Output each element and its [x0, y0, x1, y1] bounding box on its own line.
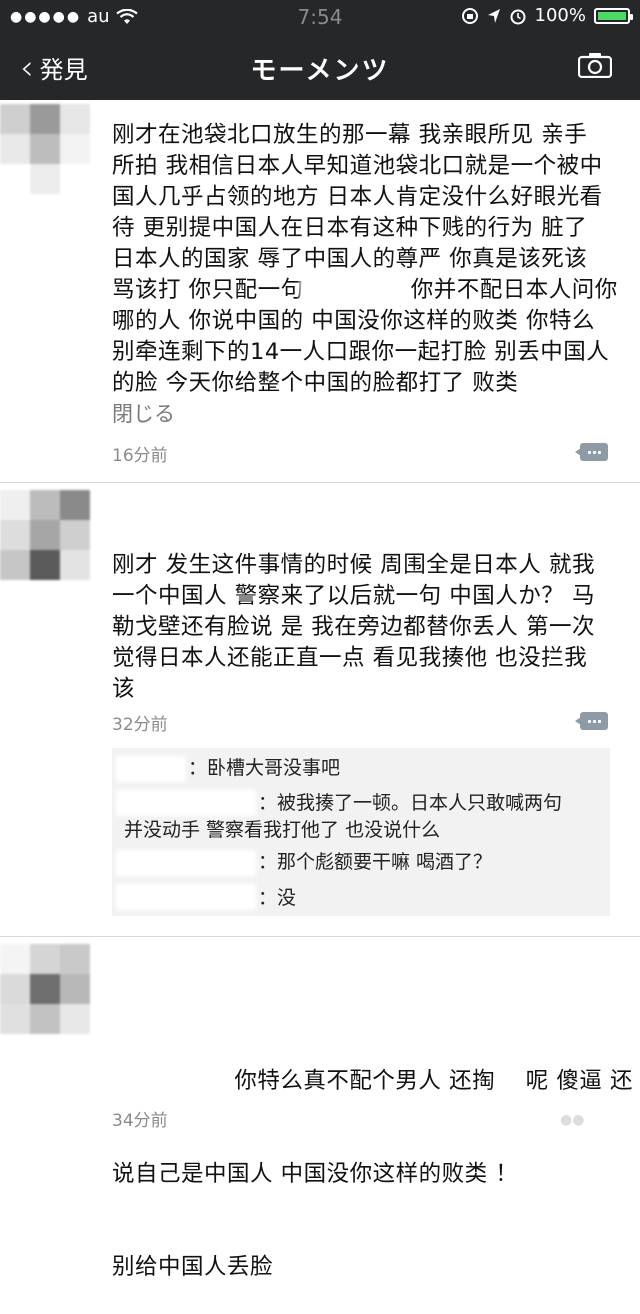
- top-bar: ●●●●● au 7:54 100% ‹ 発見 モーメンツ: [0, 0, 640, 100]
- avatar[interactable]: [0, 944, 90, 1034]
- avatar[interactable]: [0, 490, 90, 580]
- battery-icon: [594, 7, 633, 24]
- post-line: 该: [112, 676, 136, 702]
- post-line: 刚才 发生这件事情的时候 周围全是日本人 就我: [112, 552, 595, 578]
- battery-percentage: 100%: [534, 5, 586, 26]
- page-title: モーメンツ: [250, 56, 390, 86]
- post-line: 哪的人 你说中国的 中国没你这样的败类 你特么: [112, 308, 595, 334]
- status-bar: ●●●●● au 7:54 100%: [0, 0, 640, 34]
- avatar[interactable]: [0, 104, 90, 194]
- post-line: 你特么真不配个男人 还掏 呢 傻逼 还: [112, 1068, 633, 1094]
- navigation-bar: ‹ 発見 モーメンツ: [0, 34, 640, 100]
- redaction-mask: [300, 278, 384, 302]
- post-timestamp: 32分前: [112, 715, 168, 735]
- post-line: 的脸 今天你给整个中国的脸都打了 败类: [112, 370, 519, 396]
- redaction-mask: [116, 850, 256, 876]
- post-line: 勒戈壁还有脸说 是 我在旁边都替你丢人 第一次: [112, 614, 595, 640]
- post-line: 刚才在池袋北口放生的那一幕 我亲眼所见 亲手: [112, 122, 588, 148]
- post-line: 别牵连剩下的14一人口跟你一起打脸 别丢中国人: [112, 339, 610, 365]
- post-text: 刚才 发生这件事情的时候 周围全是日本人 就我 一个中国人 警察来了以后就一句 …: [112, 550, 612, 705]
- comment-icon[interactable]: [575, 712, 608, 730]
- collapse-link[interactable]: 閉じる: [112, 398, 175, 428]
- alarm-icon: [510, 9, 526, 24]
- post-text: 你特么真不配个男人 还掏 呢 傻逼 还 说自己是中国人 中国没你这样的败类 ！ …: [112, 1004, 633, 1314]
- reply-item[interactable]: ：没: [258, 884, 296, 912]
- redaction-mask: [112, 1004, 204, 1034]
- post-line: 别给中国人丢脸: [112, 1254, 274, 1280]
- post-line: 说自己是中国人 中国没你这样的败类 ！: [112, 1161, 519, 1187]
- redaction-mask: [116, 884, 256, 910]
- post-line: 国人几乎占领的地方 日本人肯定没什么好眼光看: [112, 184, 603, 210]
- watermark-icon: ●●: [560, 1112, 585, 1128]
- post-line: 所拍 我相信日本人早知道池袋北口就是一个被中: [112, 153, 603, 179]
- reply-item[interactable]: ：那个彪额要干嘛 喝酒了？: [258, 848, 492, 876]
- post-line: 待 更别提中国人在日本有这种下贱的行为 脏了: [112, 215, 588, 241]
- camera-icon[interactable]: [578, 52, 612, 78]
- post-line: 日本人的国家 辱了中国人的尊严 你真是该死该: [112, 246, 588, 272]
- status-right: 100%: [461, 5, 633, 26]
- redaction-mask: [470, 1004, 494, 1034]
- reply-item: 并没动手 警察看我打他了 也没说什么: [124, 819, 441, 841]
- post-text: 刚才在池袋北口放生的那一幕 我亲眼所见 亲手 所拍 我相信日本人早知道池袋北口就…: [112, 120, 617, 399]
- redaction-mask: [116, 756, 186, 782]
- post-line: 觉得日本人还能正直一点 看见我揍他 也没拦我: [112, 645, 588, 671]
- divider: [0, 936, 640, 937]
- comment-icon[interactable]: [575, 443, 608, 461]
- location-icon: [487, 8, 500, 23]
- reply-item[interactable]: ：被我揍了一顿。日本人只敢喊两句: [258, 789, 562, 817]
- post-timestamp: 34分前: [112, 1111, 168, 1131]
- rotation-lock-icon: [461, 7, 478, 24]
- divider: [0, 482, 640, 483]
- reply-thread: ：卧槽大哥没事吧 ：被我揍了一顿。日本人只敢喊两句 并没动手 警察看我打他了 也…: [112, 748, 610, 916]
- reply-item[interactable]: ：卧槽大哥没事吧: [188, 754, 340, 782]
- redaction-mask: [116, 790, 256, 816]
- post-line: 一个中国人 警察来了以后就一句 中国人か？ 马: [112, 583, 595, 609]
- post-timestamp: 16分前: [112, 446, 168, 466]
